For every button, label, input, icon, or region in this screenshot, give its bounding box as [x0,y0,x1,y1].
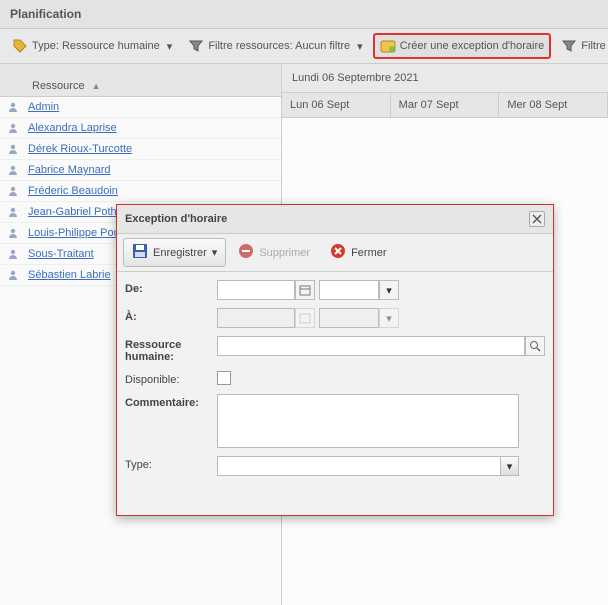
resource-link[interactable]: Louis-Philippe Pou [28,227,120,239]
person-icon [6,100,20,114]
person-icon [6,163,20,177]
resource-link[interactable]: Jean-Gabriel Poth [28,206,117,218]
chevron-down-icon: ▾ [507,460,513,473]
resource-search-button[interactable] [525,336,545,356]
from-time-dropdown-button[interactable]: ▾ [379,280,399,300]
delete-button: Supprimer [230,239,318,266]
resource-label: Ressource humaine: [125,336,217,363]
exception-dialog: Exception d'horaire Enregistrer ▾ Suppri… [116,204,554,516]
to-time-input [319,308,379,328]
type-filter-label: Type: Ressource humaine [32,40,160,52]
day-header-row: Lun 06 SeptMar 07 SeptMer 08 Sept [282,93,608,118]
person-icon [6,142,20,156]
save-button[interactable]: Enregistrer ▾ [123,238,226,267]
person-icon [6,121,20,135]
day-header[interactable]: Lun 06 Sept [282,93,391,117]
main-toolbar: Type: Ressource humaine ▾ Filtre ressour… [0,28,608,64]
to-date-picker-button [295,308,315,328]
dialog-title: Exception d'horaire [125,213,227,225]
resource-row[interactable]: Alexandra Laprise [0,118,281,139]
from-label: De: [125,280,217,295]
resource-link[interactable]: Sébastien Labrie [28,269,111,281]
available-checkbox[interactable] [217,371,231,385]
resource-input[interactable] [217,336,525,356]
save-label: Enregistrer [153,247,207,259]
delete-label: Supprimer [259,247,310,259]
resource-row[interactable]: Fréderic Beaudoin [0,181,281,202]
resource-row[interactable]: Dérek Rioux-Turcotte [0,139,281,160]
to-time-dropdown-button: ▾ [379,308,399,328]
calendar-add-icon [380,38,396,54]
search-icon [529,340,541,352]
chevron-down-icon: ▾ [386,284,392,297]
tag-icon [12,38,28,54]
resource-filter-label: Filtre ressources: Aucun filtre [208,40,350,52]
person-icon [6,268,20,282]
sort-asc-icon: ▲ [92,81,101,91]
person-icon [6,184,20,198]
day-header[interactable]: Mer 08 Sept [499,93,608,117]
from-time-input[interactable] [319,280,379,300]
resource-row[interactable]: Admin [0,97,281,118]
resource-link[interactable]: Fréderic Beaudoin [28,185,118,197]
resource-column-header[interactable]: Ressource ▲ [0,64,281,97]
to-date-input [217,308,295,328]
resource-row[interactable]: Fabrice Maynard [0,160,281,181]
resource-link[interactable]: Alexandra Laprise [28,122,117,134]
person-icon [6,226,20,240]
person-icon [6,247,20,261]
save-icon [132,243,148,262]
filter-icon [188,38,204,54]
chevron-down-icon: ▾ [167,40,173,53]
type-select[interactable]: ▾ [217,456,519,476]
task-filter-label: Filtre tâches: Au [581,40,608,52]
close-button[interactable]: Fermer [322,239,394,266]
filter-icon [561,38,577,54]
available-label: Disponible: [125,371,217,386]
from-date-input[interactable] [217,280,295,300]
dialog-toolbar: Enregistrer ▾ Supprimer Fermer [117,234,553,272]
week-title: Lundi 06 Septembre 2021 [282,64,608,93]
resource-filter-button[interactable]: Filtre ressources: Aucun filtre ▾ [182,34,368,58]
resource-link[interactable]: Sous-Traitant [28,248,94,260]
create-exception-label: Créer une exception d'horaire [400,40,545,52]
comment-textarea[interactable] [217,394,519,448]
to-label: À: [125,308,217,323]
dialog-close-button[interactable] [529,211,545,227]
chevron-down-icon: ▾ [212,246,218,259]
from-date-picker-button[interactable] [295,280,315,300]
calendar-icon [299,284,311,296]
chevron-down-icon: ▾ [357,40,363,53]
resource-column-label: Ressource [32,80,85,92]
close-red-icon [330,243,346,262]
type-filter-button[interactable]: Type: Ressource humaine ▾ [6,34,178,58]
resource-link[interactable]: Dérek Rioux-Turcotte [28,143,132,155]
type-label: Type: [125,456,217,471]
close-label: Fermer [351,247,386,259]
page-title: Planification [0,0,608,28]
day-header[interactable]: Mar 07 Sept [391,93,500,117]
chevron-down-icon: ▾ [386,312,392,325]
resource-link[interactable]: Admin [28,101,59,113]
type-select-dropdown-button[interactable]: ▾ [500,457,518,475]
calendar-icon [299,312,311,324]
resource-link[interactable]: Fabrice Maynard [28,164,111,176]
delete-icon [238,243,254,262]
person-icon [6,205,20,219]
comment-label: Commentaire: [125,394,217,409]
create-exception-button[interactable]: Créer une exception d'horaire [373,33,552,59]
task-filter-button[interactable]: Filtre tâches: Au [555,34,608,58]
dialog-header: Exception d'horaire [117,205,553,234]
close-icon [532,214,542,224]
